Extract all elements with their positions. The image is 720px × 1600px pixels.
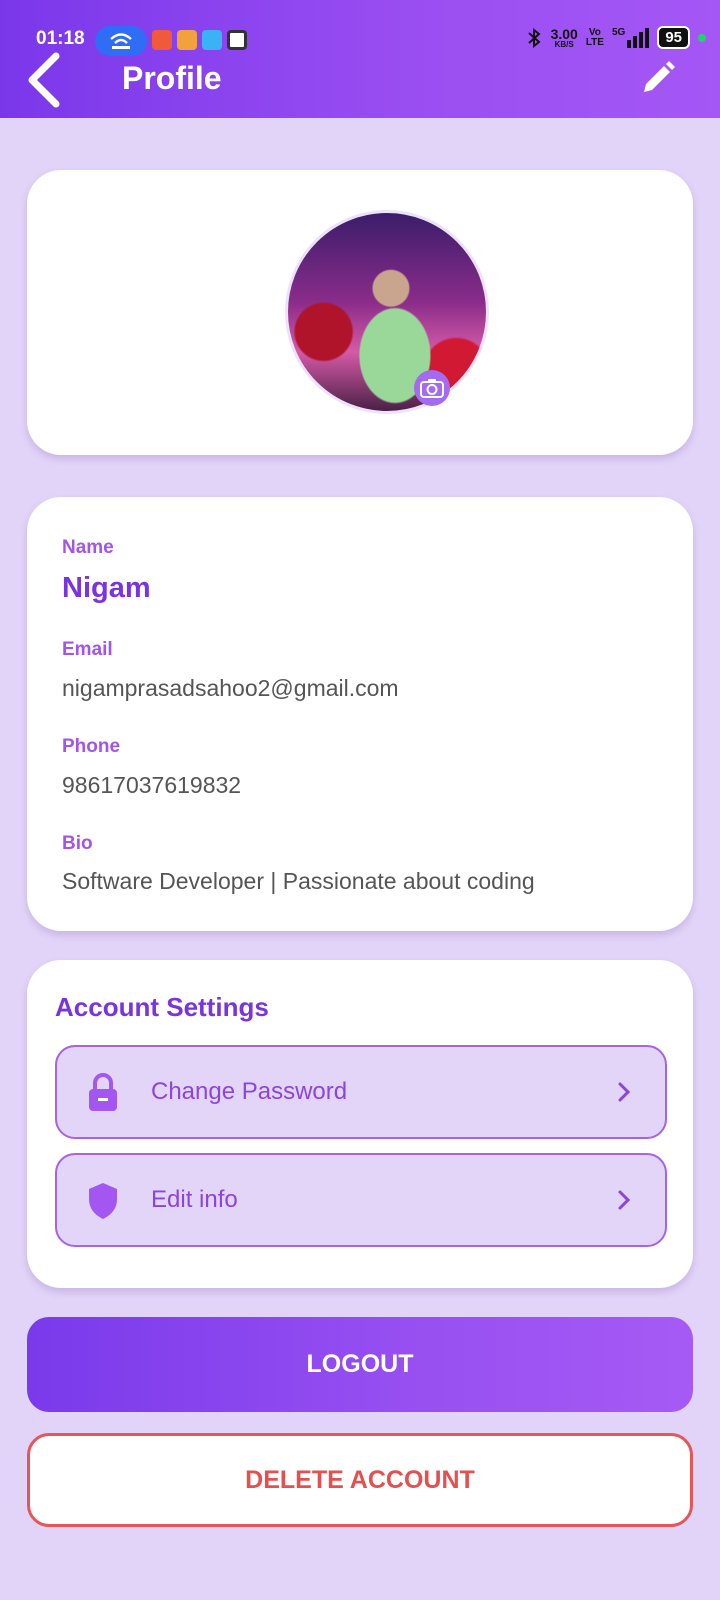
edit-profile-button[interactable]	[640, 60, 676, 96]
chevron-right-icon	[618, 1082, 631, 1102]
android-icon	[202, 30, 222, 50]
email-value: nigamprasadsahoo2@gmail.com	[62, 675, 399, 701]
edit-info-label: Edit info	[151, 1186, 238, 1213]
name-value: Nigam	[62, 572, 151, 604]
wifi-icon	[110, 33, 132, 49]
phone-value: 98617037619832	[62, 772, 242, 798]
net-speed: 3.00 KB/S	[550, 25, 578, 49]
volte-indicator: Vo LTE	[585, 26, 604, 48]
edit-info-button[interactable]: Edit info	[55, 1153, 667, 1247]
delete-account-button[interactable]: DELETE ACCOUNT	[27, 1433, 693, 1527]
email-label: Email	[62, 639, 113, 660]
pencil-icon	[644, 61, 675, 92]
status-time: 01:18	[36, 28, 85, 49]
calendar-icon	[227, 30, 247, 50]
notification-icons	[152, 30, 247, 50]
bio-value: Software Developer | Passionate about co…	[62, 868, 535, 894]
lock-icon	[89, 1073, 117, 1111]
change-photo-button[interactable]	[414, 370, 450, 406]
page-title: Profile	[122, 60, 222, 96]
avatar-card	[27, 170, 693, 455]
bluetooth-icon	[527, 27, 541, 48]
gallery-app-icon	[152, 30, 172, 50]
app-header: 01:18 3.00 KB/S Vo LTE 5G 95 Profile	[0, 0, 720, 118]
status-right: 3.00 KB/S Vo LTE 5G 95	[525, 26, 706, 49]
bio-label: Bio	[62, 833, 93, 854]
camera-icon	[420, 379, 444, 398]
name-label: Name	[62, 537, 114, 558]
chevron-right-icon	[618, 1190, 631, 1210]
phone-label: Phone	[62, 736, 121, 757]
profile-info-card: Name Nigam Email nigamprasadsahoo2@gmail…	[27, 497, 693, 931]
back-arrow-icon	[28, 52, 60, 108]
shield-icon	[89, 1183, 117, 1219]
profile-avatar[interactable]	[285, 210, 489, 414]
account-settings-card: Account Settings Change Password Edit in…	[27, 960, 693, 1288]
logout-button[interactable]: LOGOUT	[27, 1317, 693, 1412]
hotspot-indicator	[95, 26, 147, 56]
change-password-button[interactable]: Change Password	[55, 1045, 667, 1139]
privacy-dot	[698, 33, 706, 42]
change-password-label: Change Password	[151, 1078, 348, 1105]
profile-screen: 01:18 3.00 KB/S Vo LTE 5G 95 Profile Nam…	[0, 0, 720, 1600]
account-settings-title: Account Settings	[55, 992, 269, 1022]
battery-indicator: 95	[657, 26, 690, 49]
game-app-icon	[177, 30, 197, 50]
back-button[interactable]	[22, 52, 66, 108]
signal-icon: 5G	[612, 27, 650, 48]
